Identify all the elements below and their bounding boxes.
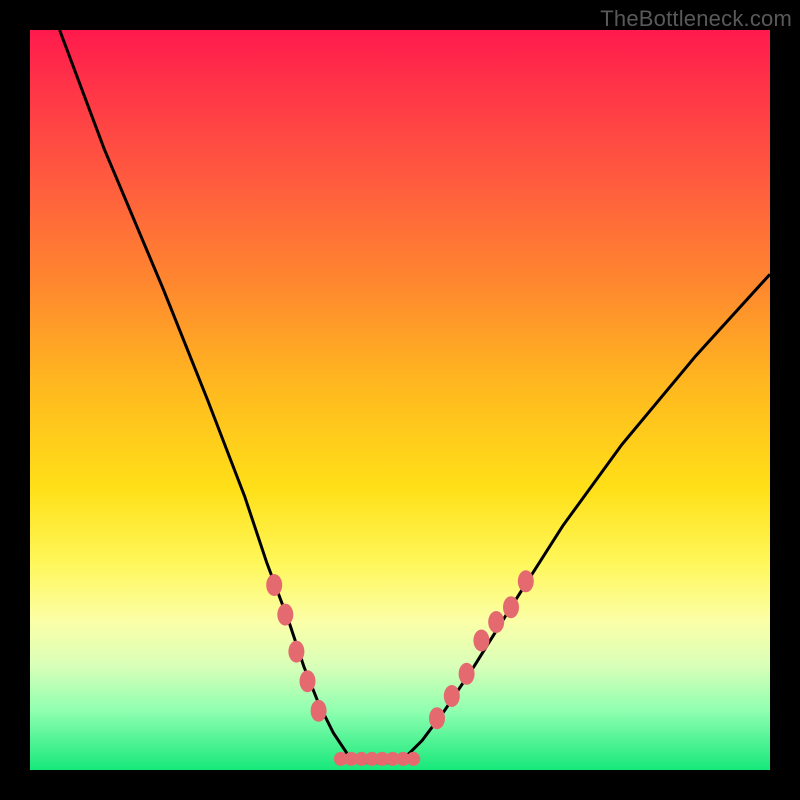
marker-dot (503, 596, 519, 618)
plot-area (30, 30, 770, 770)
marker-dot (266, 574, 282, 596)
chart-frame: TheBottleneck.com (0, 0, 800, 800)
marker-dot (459, 663, 475, 685)
marker-group (266, 570, 534, 766)
marker-dot (473, 630, 489, 652)
marker-dot (406, 752, 420, 766)
curve-layer (30, 30, 770, 770)
marker-dot (277, 604, 293, 626)
watermark-label: TheBottleneck.com (600, 6, 792, 32)
bottleneck-curve (60, 30, 770, 763)
marker-dot (429, 707, 445, 729)
marker-dot (300, 670, 316, 692)
marker-dot (444, 685, 460, 707)
marker-dot (518, 570, 534, 592)
marker-dot (488, 611, 504, 633)
marker-dot (288, 641, 304, 663)
marker-dot (311, 700, 327, 722)
